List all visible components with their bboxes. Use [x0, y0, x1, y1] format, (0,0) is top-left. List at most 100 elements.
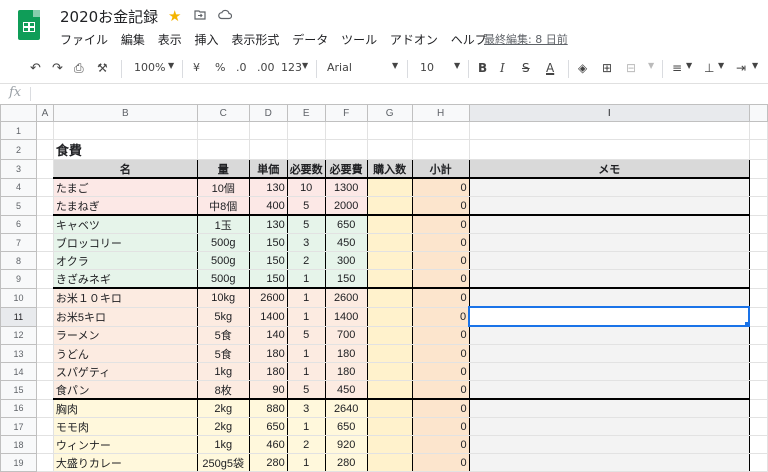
- section-title[interactable]: 食費: [52, 139, 198, 160]
- item-qty[interactable]: 500g: [196, 269, 250, 289]
- row-header[interactable]: 6: [0, 214, 37, 234]
- row-header[interactable]: 19: [0, 453, 37, 472]
- item-cost[interactable]: 450: [324, 233, 368, 252]
- formats-chevron-down-icon[interactable]: ▼: [302, 61, 308, 70]
- paint-format-icon[interactable]: ⚒: [97, 61, 108, 75]
- item-need[interactable]: 3: [286, 398, 326, 418]
- item-bought[interactable]: [366, 306, 413, 327]
- move-to-folder-icon[interactable]: [194, 9, 206, 20]
- item-bought[interactable]: [366, 325, 413, 345]
- cell[interactable]: [748, 417, 768, 436]
- item-cost[interactable]: 2640: [324, 398, 368, 418]
- item-cost[interactable]: 450: [324, 380, 368, 400]
- item-need[interactable]: 5: [286, 380, 326, 400]
- percent-format-button[interactable]: %: [215, 61, 225, 74]
- document-title[interactable]: 2020お金記録: [60, 6, 158, 27]
- item-need[interactable]: 1: [286, 362, 326, 381]
- cell[interactable]: [196, 139, 250, 160]
- item-price[interactable]: 1400: [248, 306, 288, 327]
- menu-insert[interactable]: 挿入: [195, 33, 219, 47]
- item-price[interactable]: 90: [248, 380, 288, 400]
- text-color-button[interactable]: A: [546, 61, 554, 75]
- cell[interactable]: [35, 233, 54, 252]
- item-bought[interactable]: [366, 269, 413, 289]
- bold-button[interactable]: B: [478, 61, 487, 75]
- item-bought[interactable]: [366, 417, 413, 436]
- last-edit-link[interactable]: 最終編集: 8 日前: [484, 31, 568, 47]
- item-price[interactable]: 150: [248, 251, 288, 270]
- item-bought[interactable]: [366, 453, 413, 472]
- horizontal-align-icon[interactable]: ≡: [672, 61, 682, 75]
- item-memo[interactable]: [468, 233, 750, 252]
- item-memo[interactable]: [468, 325, 750, 345]
- item-subtotal[interactable]: 0: [411, 306, 470, 327]
- row-header[interactable]: 16: [0, 398, 37, 418]
- menu-data[interactable]: データ: [292, 33, 328, 47]
- item-subtotal[interactable]: 0: [411, 287, 470, 308]
- cell[interactable]: [35, 177, 54, 197]
- header-cost[interactable]: 必要費: [324, 159, 368, 179]
- borders-icon[interactable]: ⊞: [602, 61, 612, 75]
- item-cost[interactable]: 650: [324, 417, 368, 436]
- item-need[interactable]: 10: [286, 177, 326, 197]
- menu-view[interactable]: 表示: [158, 33, 182, 47]
- item-need[interactable]: 1: [286, 453, 326, 472]
- row-header[interactable]: 7: [0, 233, 37, 252]
- cell[interactable]: [35, 344, 54, 363]
- item-price[interactable]: 130: [248, 214, 288, 234]
- item-cost[interactable]: 1300: [324, 177, 368, 197]
- item-price[interactable]: 400: [248, 196, 288, 216]
- item-subtotal[interactable]: 0: [411, 398, 470, 418]
- fill-handle[interactable]: [744, 321, 748, 324]
- cell[interactable]: [286, 139, 326, 160]
- item-name[interactable]: お米5キロ: [52, 306, 198, 327]
- item-name[interactable]: ラーメン: [52, 325, 198, 345]
- cell[interactable]: [35, 398, 54, 418]
- cell[interactable]: [748, 380, 768, 400]
- cell[interactable]: [35, 287, 54, 308]
- cell[interactable]: [748, 362, 768, 381]
- item-need[interactable]: 1: [286, 269, 326, 289]
- item-subtotal[interactable]: 0: [411, 362, 470, 381]
- item-cost[interactable]: 700: [324, 325, 368, 345]
- item-price[interactable]: 2600: [248, 287, 288, 308]
- cell[interactable]: [35, 139, 54, 160]
- item-subtotal[interactable]: 0: [411, 417, 470, 436]
- item-need[interactable]: 3: [286, 233, 326, 252]
- item-memo[interactable]: [468, 287, 750, 308]
- item-need[interactable]: 1: [286, 287, 326, 308]
- item-name[interactable]: オクラ: [52, 251, 198, 270]
- cell[interactable]: [248, 139, 288, 160]
- item-name[interactable]: 胸肉: [52, 398, 198, 418]
- item-price[interactable]: 150: [248, 269, 288, 289]
- halign-chevron-down-icon[interactable]: ▼: [686, 61, 692, 70]
- cell[interactable]: [35, 362, 54, 381]
- cell[interactable]: [366, 139, 413, 160]
- redo-icon[interactable]: ↷: [52, 61, 63, 76]
- cell[interactable]: [248, 121, 288, 140]
- more-formats-button[interactable]: 123: [281, 61, 302, 74]
- row-header[interactable]: 3: [0, 159, 37, 179]
- item-subtotal[interactable]: 0: [411, 325, 470, 345]
- item-cost[interactable]: 280: [324, 453, 368, 472]
- cell[interactable]: [286, 121, 326, 140]
- cell[interactable]: [324, 139, 368, 160]
- cell[interactable]: [35, 453, 54, 472]
- column-header-e[interactable]: E: [286, 104, 326, 122]
- item-qty[interactable]: 500g: [196, 251, 250, 270]
- cell[interactable]: [35, 306, 54, 327]
- currency-format-button[interactable]: ¥: [193, 61, 200, 74]
- row-header[interactable]: 11: [0, 306, 37, 327]
- item-price[interactable]: 130: [248, 177, 288, 197]
- column-header-b[interactable]: B: [52, 104, 198, 122]
- cell[interactable]: [324, 121, 368, 140]
- row-header[interactable]: 15: [0, 380, 37, 400]
- wrap-chevron-down-icon[interactable]: ▼: [752, 61, 758, 70]
- item-qty[interactable]: 5食: [196, 344, 250, 363]
- header-name[interactable]: 名: [52, 159, 198, 179]
- item-need[interactable]: 1: [286, 344, 326, 363]
- item-memo[interactable]: [468, 251, 750, 270]
- item-subtotal[interactable]: 0: [411, 380, 470, 400]
- cell[interactable]: [35, 269, 54, 289]
- item-bought[interactable]: [366, 362, 413, 381]
